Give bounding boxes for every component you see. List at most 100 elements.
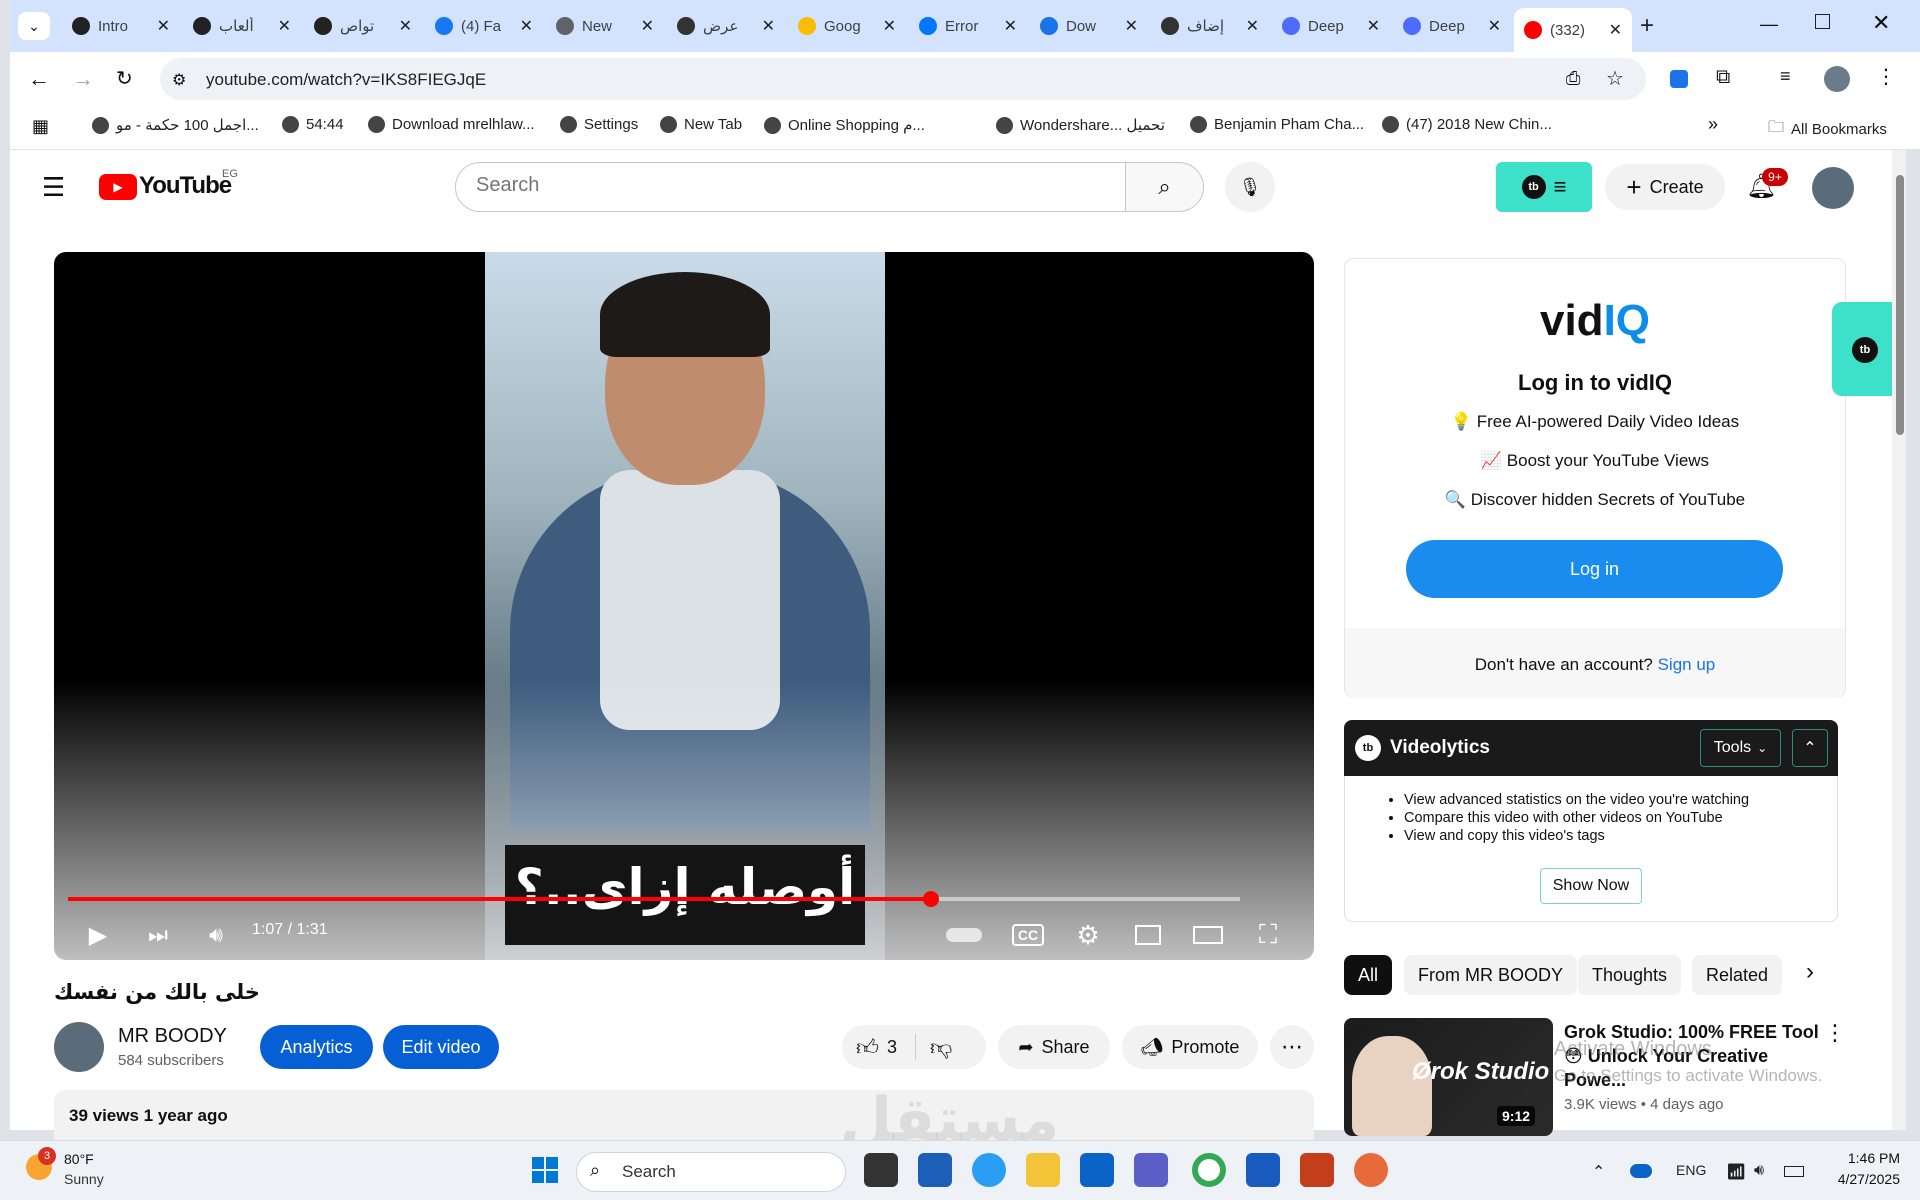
- browser-tab[interactable]: عرض ✕: [667, 10, 785, 42]
- like-icon[interactable]: 👍︎: [856, 1034, 879, 1061]
- task-view-icon[interactable]: [864, 1153, 898, 1187]
- browser-tab[interactable]: Dow ✕: [1030, 10, 1148, 42]
- bookmark-item[interactable]: Download mrelhlaw...: [368, 116, 535, 133]
- tab-close-icon[interactable]: ✕: [1609, 20, 1622, 40]
- app-icon[interactable]: [1354, 1153, 1388, 1187]
- browser-tab[interactable]: إضاف ✕: [1151, 10, 1269, 42]
- new-tab-button[interactable]: +: [1640, 12, 1654, 40]
- vidiq-toolbar-button[interactable]: tb ≡: [1496, 162, 1592, 212]
- tab-close-icon[interactable]: ✕: [1246, 16, 1259, 36]
- create-button[interactable]: + Create: [1605, 164, 1725, 210]
- browser-tab[interactable]: Goog ✕: [788, 10, 906, 42]
- taskbar-search[interactable]: [576, 1152, 846, 1192]
- browser-tab[interactable]: ألعاب ✕: [183, 10, 301, 42]
- menu-hamburger-icon[interactable]: ☰: [42, 172, 65, 203]
- bookmark-item[interactable]: Wondershare... تحميل: [996, 116, 1165, 134]
- chip-thoughts[interactable]: Thoughts: [1578, 955, 1682, 995]
- speaker-icon[interactable]: 🔊︎: [1754, 1162, 1764, 1180]
- channel-avatar[interactable]: [54, 1022, 104, 1072]
- channel-name[interactable]: MR BOODY: [118, 1025, 227, 1048]
- outlook-icon[interactable]: [1080, 1153, 1114, 1187]
- settings-gear-icon[interactable]: ⚙: [1070, 917, 1106, 953]
- tab-close-icon[interactable]: ✕: [1367, 16, 1380, 36]
- browser-tab[interactable]: New ✕: [546, 10, 664, 42]
- tab-close-icon[interactable]: ✕: [641, 16, 654, 36]
- chip-related[interactable]: Related: [1692, 955, 1783, 995]
- maximize-button[interactable]: [1815, 14, 1830, 29]
- onedrive-icon[interactable]: [1630, 1164, 1652, 1178]
- like-count[interactable]: 3: [887, 1037, 897, 1058]
- more-bookmarks-icon[interactable]: »: [1708, 114, 1718, 135]
- account-avatar[interactable]: [1812, 167, 1854, 209]
- profile-avatar[interactable]: [1824, 66, 1850, 92]
- more-actions-icon[interactable]: ⋯: [1270, 1025, 1314, 1069]
- bookmark-item[interactable]: 54:44: [282, 116, 344, 133]
- tab-close-icon[interactable]: ✕: [1004, 16, 1017, 36]
- tab-close-icon[interactable]: ✕: [1125, 16, 1138, 36]
- browser-tab[interactable]: Intro ✕: [62, 10, 180, 42]
- youtube-wordmark[interactable]: YouTube: [139, 172, 232, 200]
- fullscreen-icon[interactable]: ⛶: [1250, 917, 1286, 953]
- wifi-icon[interactable]: 📶︎: [1726, 1162, 1746, 1182]
- browser-tab[interactable]: Deep ✕: [1272, 10, 1390, 42]
- bookmark-item[interactable]: Online Shopping م...: [764, 116, 925, 134]
- bookmark-item[interactable]: Benjamin Pham Cha...: [1190, 116, 1364, 133]
- search-input[interactable]: [455, 162, 1126, 212]
- tab-close-icon[interactable]: ✕: [520, 16, 533, 36]
- tab-close-icon[interactable]: ✕: [399, 16, 412, 36]
- site-info-icon[interactable]: ⚙: [172, 70, 186, 90]
- file-explorer-icon[interactable]: [1026, 1153, 1060, 1187]
- apps-grid-icon[interactable]: ▦: [32, 116, 49, 137]
- volume-icon[interactable]: 🔊︎: [198, 917, 234, 953]
- scrollbar-thumb[interactable]: [1896, 175, 1904, 435]
- forward-button[interactable]: →: [72, 66, 94, 92]
- edit-video-button[interactable]: Edit video: [383, 1025, 499, 1069]
- extensions-puzzle-icon[interactable]: ⧉: [1716, 66, 1730, 89]
- edge-icon[interactable]: [972, 1153, 1006, 1187]
- captions-icon[interactable]: CC: [1010, 917, 1046, 953]
- videolytics-tools-button[interactable]: Tools ⌄: [1700, 729, 1781, 767]
- promote-button[interactable]: 📣︎ Promote: [1122, 1025, 1258, 1069]
- reload-button[interactable]: ↻: [116, 66, 133, 91]
- bookmark-item[interactable]: اجمل 100 حكمة - مو...: [92, 116, 259, 134]
- windows-start-icon[interactable]: [528, 1153, 562, 1187]
- bookmark-item[interactable]: New Tab: [660, 116, 742, 133]
- powerpoint-icon[interactable]: [1300, 1153, 1334, 1187]
- browser-menu-icon[interactable]: ⋮: [1876, 64, 1896, 89]
- next-icon[interactable]: ⏭: [140, 917, 176, 953]
- chrome-icon[interactable]: [1192, 1153, 1226, 1187]
- show-now-button[interactable]: Show Now: [1540, 868, 1642, 904]
- browser-tab[interactable]: (332) ✕: [1514, 8, 1632, 52]
- bookmark-item[interactable]: (47) 2018 New Chin...: [1382, 116, 1552, 133]
- minimize-button[interactable]: —: [1760, 14, 1778, 35]
- miniplayer-icon[interactable]: [1130, 917, 1166, 953]
- theater-mode-icon[interactable]: [1190, 917, 1226, 953]
- word-icon[interactable]: [1246, 1153, 1280, 1187]
- bookmark-star-icon[interactable]: ☆: [1606, 66, 1624, 91]
- browser-tab[interactable]: تواص ✕: [304, 10, 422, 42]
- analytics-button[interactable]: Analytics: [260, 1025, 373, 1069]
- dislike-icon[interactable]: 👎︎: [930, 1034, 952, 1061]
- share-button[interactable]: ➦ Share: [998, 1025, 1110, 1069]
- tab-close-icon[interactable]: ✕: [762, 16, 775, 36]
- browser-tab[interactable]: Deep ✕: [1393, 10, 1511, 42]
- tab-close-icon[interactable]: ✕: [883, 16, 896, 36]
- media-control-icon[interactable]: ≡: [1780, 66, 1791, 87]
- install-icon[interactable]: ⎙: [1566, 68, 1580, 89]
- taskbar-date[interactable]: 4/27/2025: [1800, 1171, 1900, 1187]
- tab-close-icon[interactable]: ✕: [157, 16, 170, 36]
- related-video-more-icon[interactable]: ⋮: [1824, 1020, 1846, 1046]
- collapse-chevron-up-icon[interactable]: ⌃: [1792, 729, 1828, 767]
- progress-scrubber[interactable]: [922, 891, 939, 907]
- tab-search-button[interactable]: ⌄: [18, 12, 50, 40]
- autoplay-toggle[interactable]: [944, 917, 984, 953]
- search-button[interactable]: ⌕: [1126, 162, 1204, 212]
- vidiq-signup-link[interactable]: Sign up: [1658, 655, 1716, 674]
- teams-icon[interactable]: [1134, 1153, 1168, 1187]
- youtube-logo-icon[interactable]: ▶: [99, 174, 137, 200]
- vidiq-login-button[interactable]: Log in: [1406, 540, 1783, 598]
- play-icon[interactable]: ▶: [80, 917, 116, 953]
- language-indicator[interactable]: ENG: [1676, 1162, 1706, 1178]
- close-window-button[interactable]: ✕: [1872, 10, 1890, 36]
- chips-next-chevron-icon[interactable]: ›: [1806, 958, 1814, 986]
